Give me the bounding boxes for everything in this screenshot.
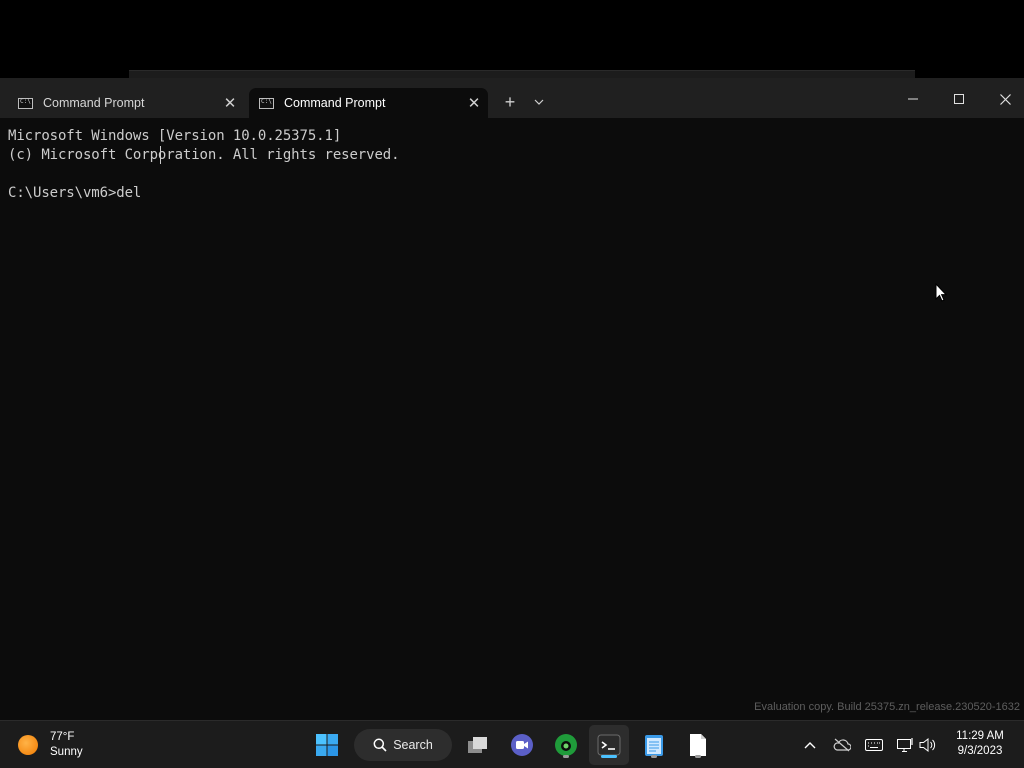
task-view-icon [468,737,487,753]
running-indicator [695,755,701,758]
mouse-pointer-icon [935,283,947,302]
onedrive-icon [833,738,851,752]
terminal-window: Command Prompt ✕ Command Prompt ✕ + Micr… [0,78,1024,720]
tab-label: Command Prompt [284,96,386,110]
text-cursor [160,146,161,164]
notepad-icon [645,735,663,756]
edge-dev-icon [555,734,577,756]
file-icon [690,734,706,756]
close-tab-icon[interactable]: ✕ [460,96,488,111]
keyboard-icon [865,739,883,751]
console-line: (c) Microsoft Corporation. All rights re… [8,147,400,163]
tab-command-prompt-2[interactable]: Command Prompt ✕ [249,88,488,118]
minimize-button[interactable] [890,84,936,114]
onedrive-button[interactable] [832,735,852,755]
tab-dropdown-button[interactable] [528,91,550,113]
search-label: Search [393,738,433,752]
start-icon [316,734,338,756]
evaluation-watermark: Evaluation copy. Build 25375.zn_release.… [754,701,1020,713]
meet-app-button[interactable] [506,729,538,761]
system-clock[interactable]: 11:29 AM 9/3/2023 [946,729,1014,759]
chevron-up-icon [804,742,816,749]
new-tab-button[interactable]: + [499,91,521,113]
active-indicator [601,755,617,758]
close-button[interactable] [982,84,1024,114]
cmd-icon [18,97,33,109]
sun-icon [18,735,38,755]
meet-icon [511,734,533,756]
taskbar: 77°F Sunny Search 11:29 AM 9/3/2023 [0,720,1024,768]
network-button[interactable] [896,735,916,755]
task-view-button[interactable] [462,729,494,761]
file-button[interactable] [682,729,714,761]
cmd-icon [259,97,274,109]
running-indicator [563,755,569,758]
search-button[interactable]: Search [354,729,452,761]
start-button[interactable] [311,729,343,761]
tab-label: Command Prompt [43,96,145,110]
maximize-icon [954,94,964,104]
maximize-button[interactable] [936,84,982,114]
weather-temperature: 77°F [50,731,75,743]
console-output[interactable]: Microsoft Windows [Version 10.0.25375.1]… [0,118,1024,720]
tab-command-prompt-1[interactable]: Command Prompt ✕ [8,88,244,118]
volume-button[interactable] [918,735,938,755]
close-icon [999,93,1011,105]
keyboard-button[interactable] [864,735,884,755]
edge-dev-button[interactable] [550,729,582,761]
close-tab-icon[interactable]: ✕ [216,96,244,111]
network-icon [897,738,913,752]
console-line: Microsoft Windows [Version 10.0.25375.1] [8,128,342,144]
weather-widget[interactable]: 77°F Sunny [18,729,83,761]
title-bar[interactable]: Command Prompt ✕ Command Prompt ✕ + [0,78,1024,118]
weather-condition: Sunny [50,746,83,758]
volume-icon [919,737,936,753]
desktop-background [0,0,1024,78]
chevron-down-icon [534,99,544,105]
minimize-icon [908,98,918,100]
show-hidden-icons-button[interactable] [800,735,820,755]
running-indicator [651,755,657,758]
terminal-button[interactable] [593,729,625,761]
terminal-icon [597,734,621,756]
clock-time: 11:29 AM [956,730,1004,742]
notepad-button[interactable] [638,729,670,761]
search-icon [373,738,387,752]
clock-date: 9/3/2023 [957,745,1003,757]
command-prompt-line[interactable]: C:\Users\vm6>del [8,185,150,201]
